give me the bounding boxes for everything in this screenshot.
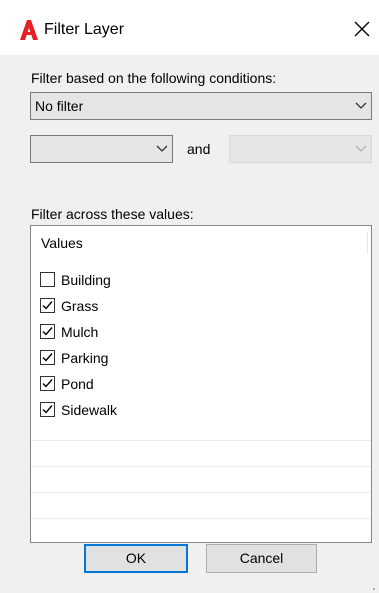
chevron-down-icon [355,145,367,152]
checkmark-icon [42,327,53,336]
list-item-label: Parking [61,350,109,366]
chevron-down-icon [156,145,168,152]
list-item-building: Building [31,268,371,294]
checkbox-sidewalk[interactable] [40,402,55,417]
autocad-logo-icon [20,20,38,40]
list-item-pond: Pond [31,372,371,398]
cancel-button[interactable]: Cancel [206,544,317,573]
chevron-down-icon [355,102,367,109]
condition-right-select[interactable] [229,135,372,163]
ok-button[interactable]: OK [84,544,188,573]
filter-layer-dialog: Filter Layer Filter based on the followi… [0,0,379,593]
checkmark-icon [42,379,53,388]
list-item-label: Sidewalk [61,402,118,418]
checkmark-icon [42,405,53,414]
checkmark-icon [42,301,53,310]
filter-condition-select[interactable]: No filter [30,92,372,120]
title-bar[interactable]: Filter Layer [0,0,379,55]
empty-row-divider [31,492,371,493]
list-item-parking: Parking [31,346,371,372]
list-item-label: Pond [61,376,94,392]
condition-left-select[interactable] [30,135,173,163]
empty-row-divider [31,518,371,519]
empty-row-divider [31,440,371,441]
values-column-header: Values [41,235,83,251]
checkbox-building[interactable] [40,272,55,287]
resize-grip-icon[interactable] [373,588,375,590]
empty-row-divider [31,466,371,467]
checkbox-parking[interactable] [40,350,55,365]
filter-condition-value: No filter [35,98,84,114]
column-divider [367,232,368,254]
values-list[interactable]: Values Building Grass Mulch Parking Pond… [30,225,372,543]
conditions-label: Filter based on the following conditions… [31,70,277,86]
checkbox-mulch[interactable] [40,324,55,339]
list-item-label: Grass [61,298,99,314]
list-item-mulch: Mulch [31,320,371,346]
list-item-label: Mulch [61,324,99,340]
close-icon[interactable] [350,17,374,41]
and-connector-label: and [187,141,211,157]
values-section-label: Filter across these values: [31,206,194,222]
list-item-grass: Grass [31,294,371,320]
checkbox-pond[interactable] [40,376,55,391]
checkmark-icon [42,353,53,362]
list-item-label: Building [61,272,111,288]
list-item-sidewalk: Sidewalk [31,398,371,424]
checkbox-grass[interactable] [40,298,55,313]
window-title: Filter Layer [44,21,125,38]
